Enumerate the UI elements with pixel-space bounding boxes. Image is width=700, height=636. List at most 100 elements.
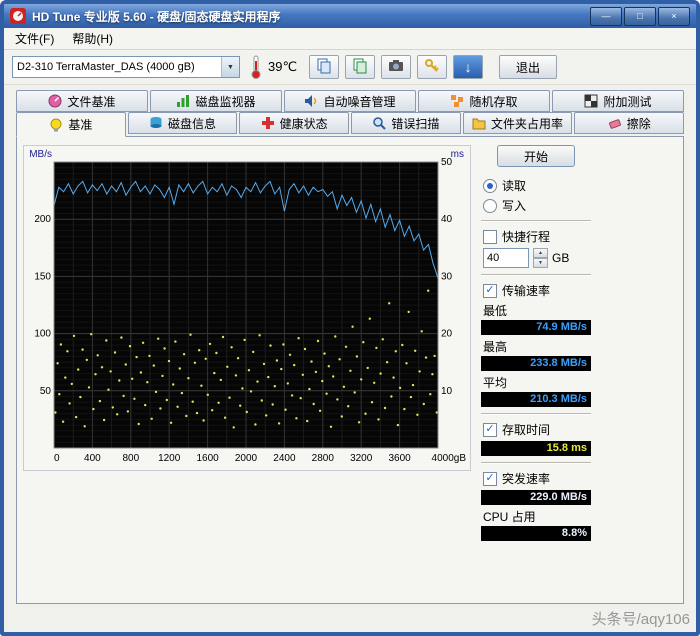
svg-text:2400: 2400 bbox=[273, 453, 296, 464]
tab-label: 基准 bbox=[68, 116, 92, 133]
access-time-label: 存取时间 bbox=[502, 421, 550, 438]
tab-file-benchmark[interactable]: 文件基准 bbox=[16, 90, 148, 112]
burst-rate-checkbox[interactable]: ✓ 突发速率 bbox=[483, 470, 591, 487]
stepper-buttons: ▲ ▼ bbox=[533, 248, 548, 268]
svg-text:40: 40 bbox=[441, 214, 453, 225]
titlebar[interactable]: HD Tune 专业版 5.60 - 硬盘/固态硬盘实用程序 — □ × bbox=[4, 4, 696, 28]
tab-row-primary: 基准 磁盘信息 健康状态 错误扫描 文件夹占用率 擦除 bbox=[4, 112, 696, 137]
transfer-rate-label: 传输速率 bbox=[502, 282, 550, 299]
exit-button[interactable]: 退出 bbox=[499, 55, 557, 79]
checkbox-icon bbox=[483, 230, 497, 244]
tab-extra-tests[interactable]: 附加测试 bbox=[552, 90, 684, 112]
short-stroke-input[interactable] bbox=[483, 248, 529, 268]
copy-pages-icon bbox=[316, 58, 332, 77]
access-time-checkbox[interactable]: ✓ 存取时间 bbox=[483, 421, 591, 438]
drive-selector-value: D2-310 TerraMaster_DAS (4000 gB) bbox=[13, 61, 221, 73]
close-icon: × bbox=[671, 12, 676, 21]
options-button[interactable] bbox=[417, 55, 447, 79]
short-stroke-label: 快捷行程 bbox=[502, 228, 550, 245]
compare-pages-icon bbox=[352, 58, 368, 77]
svg-text:MB/s: MB/s bbox=[29, 149, 52, 160]
avg-value: 210.3 MB/s bbox=[481, 392, 591, 407]
monitor-icon bbox=[176, 94, 190, 108]
toolbar: D2-310 TerraMaster_DAS (4000 gB) ▼ 39℃ ↓… bbox=[4, 50, 696, 85]
start-button[interactable]: 开始 bbox=[497, 145, 575, 167]
window-controls: — □ × bbox=[590, 7, 690, 26]
tab-row-secondary: 文件基准 磁盘监视器 自动噪音管理 随机存取 附加测试 bbox=[4, 90, 696, 112]
tab-label: 随机存取 bbox=[469, 93, 517, 110]
svg-text:3600: 3600 bbox=[388, 453, 411, 464]
magnifier-icon bbox=[372, 116, 386, 130]
app-window: HD Tune 专业版 5.60 - 硬盘/固态硬盘实用程序 — □ × 文件(… bbox=[0, 0, 700, 636]
write-radio-label: 写入 bbox=[502, 197, 526, 214]
tab-disk-info[interactable]: 磁盘信息 bbox=[128, 112, 238, 134]
svg-text:150: 150 bbox=[34, 271, 51, 282]
tab-label: 健康状态 bbox=[280, 115, 328, 132]
tab-label: 磁盘监视器 bbox=[195, 93, 255, 110]
separator bbox=[481, 274, 591, 276]
gauge-icon bbox=[48, 94, 62, 108]
svg-text:1200: 1200 bbox=[158, 453, 181, 464]
close-button[interactable]: × bbox=[658, 7, 690, 26]
chevron-down-icon[interactable]: ▼ bbox=[221, 57, 239, 77]
menubar: 文件(F) 帮助(H) bbox=[4, 28, 696, 50]
svg-text:10: 10 bbox=[441, 386, 453, 397]
read-radio-label: 读取 bbox=[502, 177, 526, 194]
transfer-rate-checkbox[interactable]: ✓ 传输速率 bbox=[483, 282, 591, 299]
tab-label: 附加测试 bbox=[603, 93, 651, 110]
spin-down-button[interactable]: ▼ bbox=[533, 258, 548, 268]
separator bbox=[481, 220, 591, 222]
spin-up-button[interactable]: ▲ bbox=[533, 248, 548, 258]
radio-icon bbox=[483, 179, 497, 193]
checkbox-icon: ✓ bbox=[483, 423, 497, 437]
gb-unit-label: GB bbox=[552, 251, 569, 265]
tab-error-scan[interactable]: 错误扫描 bbox=[351, 112, 461, 134]
separator bbox=[481, 413, 591, 415]
update-button[interactable]: ↓ bbox=[453, 55, 483, 79]
minimize-button[interactable]: — bbox=[590, 7, 622, 26]
menu-file[interactable]: 文件(F) bbox=[6, 28, 63, 49]
radio-icon bbox=[483, 199, 497, 213]
drive-selector[interactable]: D2-310 TerraMaster_DAS (4000 gB) ▼ bbox=[12, 56, 240, 78]
short-stroke-checkbox[interactable]: 快捷行程 bbox=[483, 228, 591, 245]
thermometer-icon bbox=[250, 55, 262, 79]
tab-health[interactable]: 健康状态 bbox=[239, 112, 349, 134]
tab-benchmark[interactable]: 基准 bbox=[16, 112, 126, 137]
checkered-flag-icon bbox=[584, 94, 598, 108]
maximize-button[interactable]: □ bbox=[624, 7, 656, 26]
random-blocks-icon bbox=[450, 94, 464, 108]
copy-info-button[interactable] bbox=[309, 55, 339, 79]
svg-text:50: 50 bbox=[40, 386, 52, 397]
svg-text:2800: 2800 bbox=[312, 453, 335, 464]
controls-panel: 开始 读取 写入 快捷行程 ▲ ▼ GB bbox=[481, 145, 591, 543]
svg-text:1600: 1600 bbox=[196, 453, 219, 464]
copy-screenshot-button[interactable] bbox=[345, 55, 375, 79]
write-radio[interactable]: 写入 bbox=[483, 197, 591, 214]
checkbox-icon: ✓ bbox=[483, 284, 497, 298]
tab-disk-monitor[interactable]: 磁盘监视器 bbox=[150, 90, 282, 112]
min-value: 74.9 MB/s bbox=[481, 320, 591, 335]
screenshot-button[interactable] bbox=[381, 55, 411, 79]
health-cross-icon bbox=[261, 116, 275, 130]
benchmark-chart: 5010015020010203040500400800120016002000… bbox=[24, 146, 468, 468]
menu-help[interactable]: 帮助(H) bbox=[63, 28, 122, 49]
tab-folder-usage[interactable]: 文件夹占用率 bbox=[463, 112, 573, 134]
tab-random-access[interactable]: 随机存取 bbox=[418, 90, 550, 112]
tab-label: 擦除 bbox=[627, 115, 651, 132]
tab-label: 文件夹占用率 bbox=[491, 115, 563, 132]
tab-aam[interactable]: 自动噪音管理 bbox=[284, 90, 416, 112]
svg-text:200: 200 bbox=[34, 214, 51, 225]
svg-text:100: 100 bbox=[34, 329, 51, 340]
check-icon: ✓ bbox=[485, 424, 494, 435]
tab-erase[interactable]: 擦除 bbox=[574, 112, 684, 134]
cpu-usage-value: 8.8% bbox=[481, 526, 591, 541]
speaker-icon bbox=[304, 94, 318, 108]
chart-panel: 5010015020010203040500400800120016002000… bbox=[23, 145, 471, 471]
folder-icon bbox=[472, 116, 486, 130]
short-stroke-stepper: ▲ ▼ GB bbox=[483, 248, 591, 268]
min-label: 最低 bbox=[483, 302, 591, 319]
svg-text:800: 800 bbox=[122, 453, 139, 464]
max-value: 233.8 MB/s bbox=[481, 356, 591, 371]
svg-text:400: 400 bbox=[84, 453, 101, 464]
read-radio[interactable]: 读取 bbox=[483, 177, 591, 194]
